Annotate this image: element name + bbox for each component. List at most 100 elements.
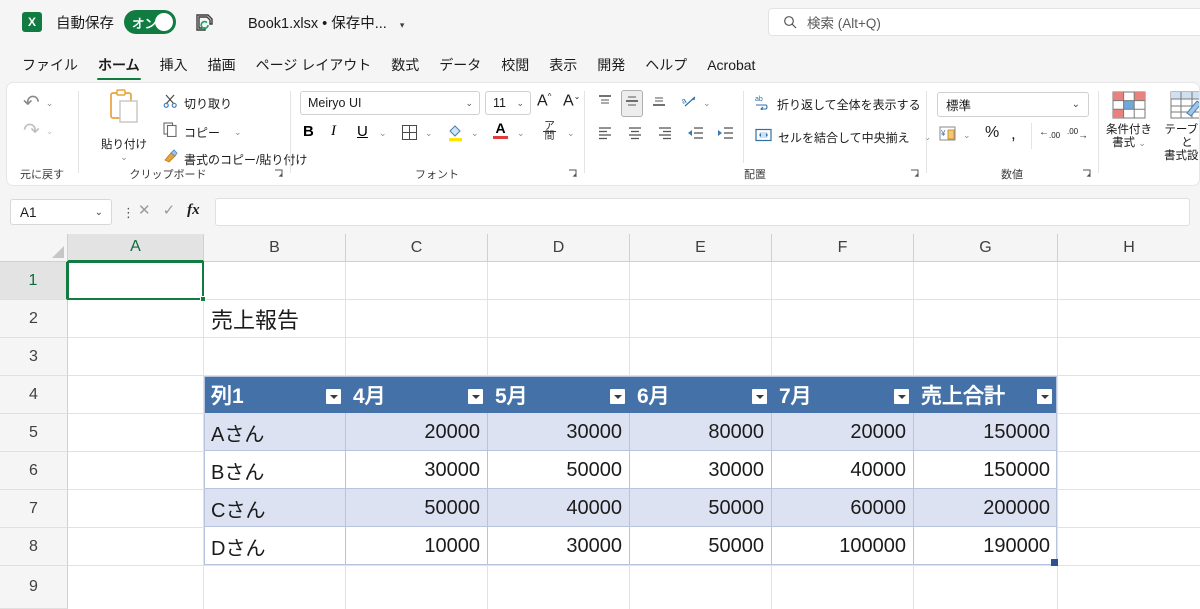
column-header-H[interactable]: H bbox=[1058, 234, 1200, 262]
chevron-down-icon[interactable]: ⌄ bbox=[517, 128, 525, 139]
font-name-input[interactable]: Meiryo UI ⌄ bbox=[300, 91, 480, 115]
filter-dropdown-icon-4[interactable] bbox=[894, 389, 909, 404]
wrap-text-button[interactable]: ab 折り返して全体を表示する bbox=[755, 94, 921, 115]
comma-style-icon[interactable]: , bbox=[1011, 124, 1016, 144]
column-header-C[interactable]: C bbox=[346, 234, 488, 262]
align-center-icon[interactable] bbox=[627, 125, 643, 146]
chevron-down-icon[interactable]: ⌄ bbox=[379, 128, 387, 139]
confirm-check-icon[interactable]: ✓ bbox=[163, 201, 176, 219]
chevron-down-icon[interactable]: ⌄ bbox=[93, 152, 155, 163]
row-header-9[interactable]: 9 bbox=[0, 566, 68, 609]
table-header-cell-0[interactable]: 列1 bbox=[204, 376, 329, 413]
table-cell-r2-c4[interactable]: 60000 bbox=[772, 490, 913, 527]
table-cell-r3-c2[interactable]: 30000 bbox=[488, 528, 629, 565]
font-color-icon[interactable]: A bbox=[493, 121, 508, 140]
increase-decimal-icon[interactable]: .00→ bbox=[1067, 127, 1088, 141]
table-cell-r2-c2[interactable]: 40000 bbox=[488, 490, 629, 527]
align-top-icon[interactable] bbox=[597, 93, 613, 114]
number-dialog-launcher[interactable] bbox=[1082, 169, 1091, 181]
filter-dropdown-icon-1[interactable] bbox=[468, 389, 483, 404]
table-cell-r1-c1[interactable]: 30000 bbox=[346, 452, 487, 489]
align-right-icon[interactable] bbox=[657, 125, 673, 146]
filter-dropdown-icon-0[interactable] bbox=[326, 389, 341, 404]
chevron-down-icon[interactable]: ⌄ bbox=[425, 128, 433, 139]
table-cell-r3-c4[interactable]: 100000 bbox=[772, 528, 913, 565]
table-cell-r0-c1[interactable]: 20000 bbox=[346, 414, 487, 451]
table-header-cell-1[interactable]: 4月 bbox=[346, 376, 471, 413]
table-resize-handle[interactable] bbox=[1051, 559, 1058, 566]
filter-dropdown-icon-5[interactable] bbox=[1037, 389, 1052, 404]
font-dialog-launcher[interactable] bbox=[568, 169, 577, 181]
row-header-3[interactable]: 3 bbox=[0, 338, 68, 376]
filter-dropdown-icon-3[interactable] bbox=[752, 389, 767, 404]
table-header-cell-2[interactable]: 5月 bbox=[488, 376, 613, 413]
chevron-down-icon[interactable]: ⌄ bbox=[516, 98, 524, 109]
filter-dropdown-icon-2[interactable] bbox=[610, 389, 625, 404]
conditional-formatting-button[interactable]: 条件付き 書式 ⌄ bbox=[1101, 91, 1157, 150]
phonetic-guide-icon[interactable]: ア間 bbox=[543, 121, 556, 142]
tab-home[interactable]: ホーム bbox=[88, 52, 150, 80]
column-header-E[interactable]: E bbox=[630, 234, 772, 262]
merge-center-button[interactable]: セルを結合して中央揃え ⌄ bbox=[755, 127, 931, 148]
tab-acrobat[interactable]: Acrobat bbox=[697, 54, 765, 78]
decrease-indent-icon[interactable] bbox=[687, 125, 704, 146]
undo-button[interactable]: ↶ ⌄ bbox=[23, 93, 53, 113]
chevron-down-icon[interactable]: ⌄ bbox=[703, 98, 711, 109]
table-header-cell-5[interactable]: 売上合計 bbox=[914, 376, 1036, 413]
tab-draw[interactable]: 描画 bbox=[198, 52, 246, 80]
alignment-dialog-launcher[interactable] bbox=[910, 169, 919, 181]
table-cell-r0-c4[interactable]: 20000 bbox=[772, 414, 913, 451]
tab-formulas[interactable]: 数式 bbox=[381, 52, 429, 80]
column-header-A[interactable]: A bbox=[68, 234, 204, 262]
table-cell-r0-c3[interactable]: 80000 bbox=[630, 414, 771, 451]
search-box[interactable]: 検索 (Alt+Q) bbox=[768, 8, 1200, 36]
tab-file[interactable]: ファイル bbox=[12, 52, 88, 80]
formula-input[interactable] bbox=[215, 198, 1190, 226]
row-header-7[interactable]: 7 bbox=[0, 490, 68, 528]
tab-data[interactable]: データ bbox=[429, 52, 491, 80]
table-cell-r3-c3[interactable]: 50000 bbox=[630, 528, 771, 565]
fill-handle[interactable] bbox=[200, 296, 206, 302]
tab-page-layout[interactable]: ページ レイアウト bbox=[246, 52, 382, 80]
grow-font-icon[interactable]: A^ bbox=[537, 92, 551, 110]
table-cell-r1-c3[interactable]: 30000 bbox=[630, 452, 771, 489]
column-header-B[interactable]: B bbox=[204, 234, 346, 262]
paste-button[interactable]: 貼り付け ⌄ bbox=[93, 89, 155, 163]
font-size-input[interactable]: 11 ⌄ bbox=[485, 91, 531, 115]
number-format-select[interactable]: 標準 ⌄ bbox=[937, 92, 1089, 117]
align-bottom-icon[interactable] bbox=[651, 93, 667, 114]
table-cell-r1-c0[interactable]: Bさん bbox=[204, 452, 345, 489]
tab-insert[interactable]: 挿入 bbox=[150, 52, 198, 80]
chevron-down-icon[interactable]: ⌄ bbox=[471, 128, 479, 139]
tab-help[interactable]: ヘルプ bbox=[635, 52, 697, 80]
cell-B2[interactable]: 売上報告 bbox=[204, 300, 345, 337]
align-left-icon[interactable] bbox=[597, 125, 613, 146]
save-sync-icon[interactable] bbox=[194, 11, 216, 33]
tab-developer[interactable]: 開発 bbox=[587, 52, 635, 80]
chevron-down-icon[interactable]: ⌄ bbox=[567, 128, 575, 139]
text-orientation-icon[interactable]: a bbox=[680, 93, 698, 115]
bold-button[interactable]: B bbox=[303, 123, 314, 140]
column-header-G[interactable]: G bbox=[914, 234, 1058, 262]
table-header-cell-4[interactable]: 7月 bbox=[772, 376, 897, 413]
table-cell-r0-c2[interactable]: 30000 bbox=[488, 414, 629, 451]
table-cell-r0-c0[interactable]: Aさん bbox=[204, 414, 345, 451]
chevron-down-icon[interactable]: ⌄ bbox=[465, 98, 473, 109]
align-middle-icon[interactable] bbox=[621, 90, 643, 117]
cut-button[interactable]: 切り取り bbox=[163, 93, 232, 113]
clipboard-dialog-launcher[interactable] bbox=[274, 169, 283, 181]
table-cell-r1-c2[interactable]: 50000 bbox=[488, 452, 629, 489]
row-header-8[interactable]: 8 bbox=[0, 528, 68, 566]
table-cell-r0-c5[interactable]: 150000 bbox=[914, 414, 1057, 451]
tab-view[interactable]: 表示 bbox=[539, 52, 587, 80]
table-cell-r2-c1[interactable]: 50000 bbox=[346, 490, 487, 527]
table-cell-r3-c5[interactable]: 190000 bbox=[914, 528, 1057, 565]
select-all-corner[interactable] bbox=[0, 234, 68, 262]
table-cell-r2-c5[interactable]: 200000 bbox=[914, 490, 1057, 527]
selected-cell-indicator[interactable] bbox=[67, 261, 206, 302]
table-cell-r1-c4[interactable]: 40000 bbox=[772, 452, 913, 489]
fill-color-icon[interactable] bbox=[447, 123, 464, 147]
cell-area[interactable]: 売上報告 列1 4月 5月 6月 7月 売上合計 Aさん 20000 30000… bbox=[67, 261, 1200, 609]
tab-review[interactable]: 校閲 bbox=[491, 52, 539, 80]
autosave-toggle[interactable]: オン bbox=[124, 10, 176, 34]
